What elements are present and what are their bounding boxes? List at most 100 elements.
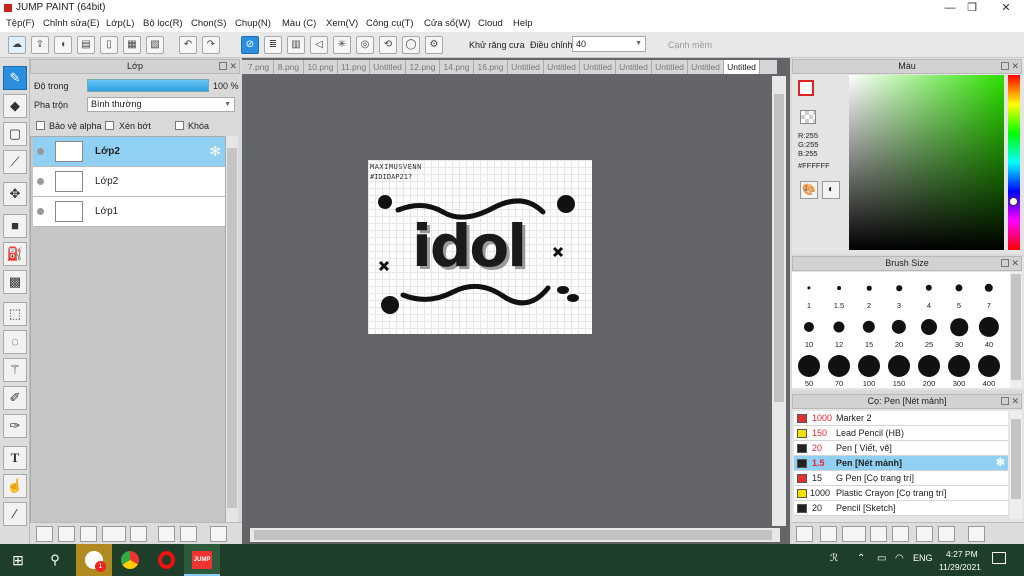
grid-page-icon[interactable]: ▦ xyxy=(123,36,141,54)
new-brush-icon[interactable] xyxy=(820,526,837,542)
search-icon[interactable]: ⚲ xyxy=(38,544,72,576)
duplicate-icon[interactable] xyxy=(158,526,175,542)
menu-window[interactable]: Cửa sổ(W) xyxy=(424,18,470,29)
chevron-down-icon[interactable]: ▼ xyxy=(224,98,231,111)
line-tool-icon[interactable]: ⟋ xyxy=(3,150,27,174)
popout-icon[interactable] xyxy=(1001,259,1009,267)
adjust-input[interactable]: 40 ▼ xyxy=(572,36,646,52)
scrollbar-thumb[interactable] xyxy=(254,530,772,540)
visibility-icon[interactable] xyxy=(37,208,44,215)
menu-file[interactable]: Tệp(F) xyxy=(6,18,35,29)
brush-size-option[interactable]: 12 xyxy=(824,313,854,351)
visibility-icon[interactable] xyxy=(37,178,44,185)
palette-icon[interactable]: 🎨 xyxy=(800,181,818,199)
popout-icon[interactable] xyxy=(219,62,227,70)
lasso-tool-icon[interactable]: ◌ xyxy=(3,330,27,354)
layer-item[interactable]: Lớp1 xyxy=(33,197,225,227)
select-rect-tool-icon[interactable]: ▢ xyxy=(3,122,27,146)
language-indicator[interactable]: ENG xyxy=(913,553,933,563)
brush-list-scrollbar[interactable] xyxy=(1010,411,1022,519)
popout-icon[interactable] xyxy=(1001,62,1009,70)
select-pen-tool-icon[interactable]: ✐ xyxy=(3,386,27,410)
radial-ruler-icon[interactable]: ✳ xyxy=(333,36,351,54)
clock-time[interactable]: 4:27 PM xyxy=(946,549,978,559)
layer-item[interactable]: Lớp2 ✻ xyxy=(33,137,225,167)
taskbar-app-messenger[interactable]: 1 xyxy=(76,544,112,576)
delete-brush-icon[interactable] xyxy=(968,526,985,542)
menu-select[interactable]: Chọn(S) xyxy=(191,18,226,29)
windows-start-icon[interactable]: ⊞ xyxy=(0,544,36,576)
canvas-vertical-scrollbar[interactable] xyxy=(772,76,786,526)
tab-document[interactable]: Untitled xyxy=(652,60,688,74)
menu-capture[interactable]: Chụp(N) xyxy=(235,18,271,29)
select-eraser-tool-icon[interactable]: ✑ xyxy=(3,414,27,438)
text-tool-icon[interactable]: T xyxy=(3,446,27,470)
menu-cloud[interactable]: Cloud xyxy=(478,18,503,29)
close-icon[interactable]: ✕ xyxy=(1011,395,1019,408)
duplicate-icon[interactable] xyxy=(938,526,955,542)
layer-item[interactable]: Lớp2 xyxy=(33,167,225,197)
menu-color[interactable]: Màu (C) xyxy=(282,18,316,29)
brush-item-selected[interactable]: 1.5 Pen [Nét mảnh] ✻ xyxy=(794,456,1008,471)
tab-document[interactable]: Untitled xyxy=(508,60,544,74)
wifi-icon[interactable]: ◠ xyxy=(895,553,904,564)
menu-edit[interactable]: Chỉnh sửa(E) xyxy=(43,18,100,29)
brush-size-option[interactable]: 150 xyxy=(884,352,914,390)
layer-scrollbar[interactable] xyxy=(226,136,238,526)
brush-size-option[interactable]: 1.5 xyxy=(824,274,854,312)
brush-size-option[interactable]: 70 xyxy=(824,352,854,390)
menu-view[interactable]: Xem(V) xyxy=(326,18,358,29)
brush-copy-icon[interactable] xyxy=(892,526,909,542)
tab-document[interactable]: Untitled xyxy=(370,60,406,74)
hue-slider[interactable] xyxy=(1008,75,1020,250)
taskbar-app-jumppaint[interactable]: JUMP xyxy=(184,544,220,576)
menu-filter[interactable]: Bộ lọc(R) xyxy=(143,18,183,29)
brush-item[interactable]: 15 G Pen [Cọ trang trí] xyxy=(794,471,1008,486)
bucket-tool-icon[interactable]: ⛽ xyxy=(3,242,27,266)
hand-tool-icon[interactable]: ☝ xyxy=(3,474,27,498)
gradient-tool-icon[interactable]: ▩ xyxy=(3,270,27,294)
perspective-ruler-icon[interactable]: ◁ xyxy=(310,36,328,54)
gear-icon[interactable]: ✻ xyxy=(996,456,1005,471)
brush-size-option[interactable]: 25 xyxy=(914,313,944,351)
brush-menu-icon[interactable] xyxy=(842,526,866,542)
brush-size-option[interactable]: 1 xyxy=(794,274,824,312)
merge-icon[interactable] xyxy=(180,526,197,542)
transparent-color-swatch[interactable] xyxy=(800,110,816,124)
brush-size-option[interactable]: 10 xyxy=(794,313,824,351)
move-tool-icon[interactable]: ✥ xyxy=(3,182,27,206)
brush-size-option[interactable]: 15 xyxy=(854,313,884,351)
magic-wand-tool-icon[interactable]: ⚚ xyxy=(3,358,27,382)
new-layer-icon[interactable] xyxy=(36,526,53,542)
brush-item[interactable]: 20 Pen [ Viết, vẽ] xyxy=(794,441,1008,456)
share-icon[interactable]: ⇪ xyxy=(31,36,49,54)
brush-size-option[interactable]: 5 xyxy=(944,274,974,312)
tab-document[interactable]: 11.png xyxy=(338,60,370,74)
folder-icon[interactable] xyxy=(916,526,933,542)
menu-help[interactable]: Help xyxy=(513,18,533,29)
close-icon[interactable]: ✕ xyxy=(229,60,237,73)
close-icon[interactable]: ✕ xyxy=(1011,60,1019,73)
scrollbar-thumb[interactable] xyxy=(1011,274,1021,380)
add-layer-menu-icon[interactable] xyxy=(102,526,126,542)
eraser-tool-icon[interactable]: ◆ xyxy=(3,94,27,118)
opacity-slider[interactable] xyxy=(87,79,209,92)
document-canvas[interactable]: MAXIMUSVENN #IDIDAP21? idol xyxy=(368,160,592,334)
people-icon[interactable]: ℛ xyxy=(830,553,838,564)
scrollbar-thumb[interactable] xyxy=(774,94,784,402)
menu-tools[interactable]: Công cụ(T) xyxy=(366,18,414,29)
tab-document[interactable]: 7.png xyxy=(244,60,274,74)
brush-size-option[interactable]: 400 xyxy=(974,352,1004,390)
blend-mode-select[interactable]: Bình thường ▼ xyxy=(87,97,235,112)
fill-rect-tool-icon[interactable]: ■ xyxy=(3,214,27,238)
parallel-ruler-icon[interactable]: ≣ xyxy=(264,36,282,54)
brush-size-option[interactable]: 50 xyxy=(794,352,824,390)
list-icon[interactable]: ▤ xyxy=(77,36,95,54)
notification-center-icon[interactable] xyxy=(992,552,1006,564)
page-icon[interactable]: ▯ xyxy=(100,36,118,54)
tab-document[interactable]: 8.png xyxy=(274,60,304,74)
tab-document[interactable]: Untitled xyxy=(616,60,652,74)
eyedropper-tool-icon[interactable]: ⁄ xyxy=(3,502,27,526)
taskbar-app-opera[interactable] xyxy=(148,544,184,576)
brush-size-option[interactable]: 7 xyxy=(974,274,1004,312)
